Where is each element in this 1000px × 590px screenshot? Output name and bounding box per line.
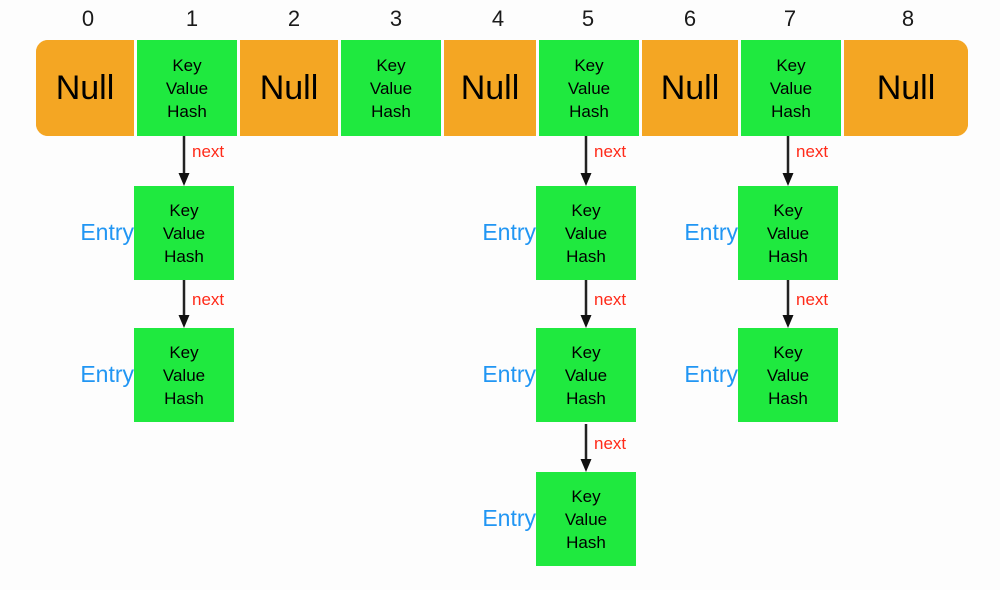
next-label-bucket7-level2: next [796,290,829,309]
bucket-1-value: Value [165,78,209,98]
next-arrow-bucket5-level2 [579,280,593,328]
bucket-cell-3[interactable]: Key Value Hash [338,40,444,136]
bucket-index-4: 4 [491,6,505,31]
bucket-2-null-text: Null [259,69,319,107]
entry-box-bucket5-level1[interactable]: Key Value Hash [536,186,636,280]
bucket-7-key: Key [776,55,806,75]
entry-caption-bucket1-level2: Entry [80,361,134,387]
bucket-index-2: 2 [287,6,301,31]
next-label-bucket1-level1: next [192,142,225,161]
entry-key: Key [169,200,199,220]
bucket-cell-2[interactable]: Null [240,40,338,136]
entry-hash: Hash [164,388,204,408]
entry-caption-bucket1-level1: Entry [80,219,134,245]
bucket-3-key: Key [376,55,406,75]
next-arrow-bucket5-level3 [579,424,593,472]
entry-hash: Hash [566,532,606,552]
entry-hash: Hash [566,388,606,408]
bucket-cell-6[interactable]: Null [642,40,738,136]
bucket-6-null-text: Null [660,69,720,107]
bucket-4-null-text: Null [460,69,520,107]
entry-caption-bucket5-level3: Entry [482,505,536,531]
entry-value: Value [564,509,608,529]
bucket-cell-1[interactable]: Key Value Hash [134,40,240,136]
bucket-index-6: 6 [683,6,697,31]
bucket-index-7: 7 [783,6,797,31]
next-arrow-bucket1-level1 [177,136,191,186]
bucket-5-key: Key [574,55,604,75]
entry-value: Value [766,223,810,243]
entry-key: Key [571,486,601,506]
entry-caption-bucket5-level1: Entry [482,219,536,245]
bucket-8-null-text: Null [876,69,936,107]
entry-key: Key [571,342,601,362]
entry-key: Key [773,342,803,362]
next-arrow-bucket1-level2 [177,280,191,328]
entry-hash: Hash [164,246,204,266]
entry-value: Value [564,223,608,243]
entry-box-bucket1-level1[interactable]: Key Value Hash [134,186,234,280]
bucket-index-8: 8 [901,6,915,31]
entry-key: Key [169,342,199,362]
bucket-index-0: 0 [81,6,95,31]
entry-hash: Hash [566,246,606,266]
entry-box-bucket7-level2[interactable]: Key Value Hash [738,328,838,422]
bucket-cell-0[interactable]: Null [36,40,134,136]
bucket-index-5: 5 [581,6,595,31]
bucket-index-3: 3 [389,6,403,31]
bucket-cell-4[interactable]: Null [444,40,536,136]
next-label-bucket5-level1: next [594,142,627,161]
entry-value: Value [564,365,608,385]
bucket-5-hash: Hash [569,101,609,121]
entry-value: Value [162,365,206,385]
next-label-bucket5-level2: next [594,290,627,309]
entry-key: Key [571,200,601,220]
entry-key: Key [773,200,803,220]
bucket-3-value: Value [369,78,413,98]
bucket-1-key: Key [172,55,202,75]
entry-box-bucket7-level1[interactable]: Key Value Hash [738,186,838,280]
bucket-5-value: Value [567,78,611,98]
entry-caption-bucket5-level2: Entry [482,361,536,387]
bucket-3-hash: Hash [371,101,411,121]
bucket-cell-7[interactable]: Key Value Hash [738,40,844,136]
next-arrow-bucket7-level2 [781,280,795,328]
next-label-bucket7-level1: next [796,142,829,161]
entry-value: Value [162,223,206,243]
next-arrow-bucket5-level1 [579,136,593,186]
hashmap-diagram: 0 1 2 3 4 5 6 7 8 Null Key Value Hash Nu… [0,0,1000,590]
entry-box-bucket1-level2[interactable]: Key Value Hash [134,328,234,422]
bucket-cell-8[interactable]: Null [844,40,968,136]
entry-caption-bucket7-level2: Entry [684,361,738,387]
entry-box-bucket5-level3[interactable]: Key Value Hash [536,472,636,566]
bucket-7-hash: Hash [771,101,811,121]
next-arrow-bucket7-level1 [781,136,795,186]
bucket-0-null-text: Null [55,69,115,107]
bucket-7-value: Value [769,78,813,98]
bucket-index-1: 1 [185,6,199,31]
entry-hash: Hash [768,388,808,408]
entry-caption-bucket7-level1: Entry [684,219,738,245]
next-label-bucket5-level3: next [594,434,627,453]
bucket-cell-5[interactable]: Key Value Hash [536,40,642,136]
bucket-1-hash: Hash [167,101,207,121]
next-label-bucket1-level2: next [192,290,225,309]
bucket-array: Null Key Value Hash Null Key Value Hash … [36,40,968,136]
entry-box-bucket5-level2[interactable]: Key Value Hash [536,328,636,422]
entry-value: Value [766,365,810,385]
entry-hash: Hash [768,246,808,266]
